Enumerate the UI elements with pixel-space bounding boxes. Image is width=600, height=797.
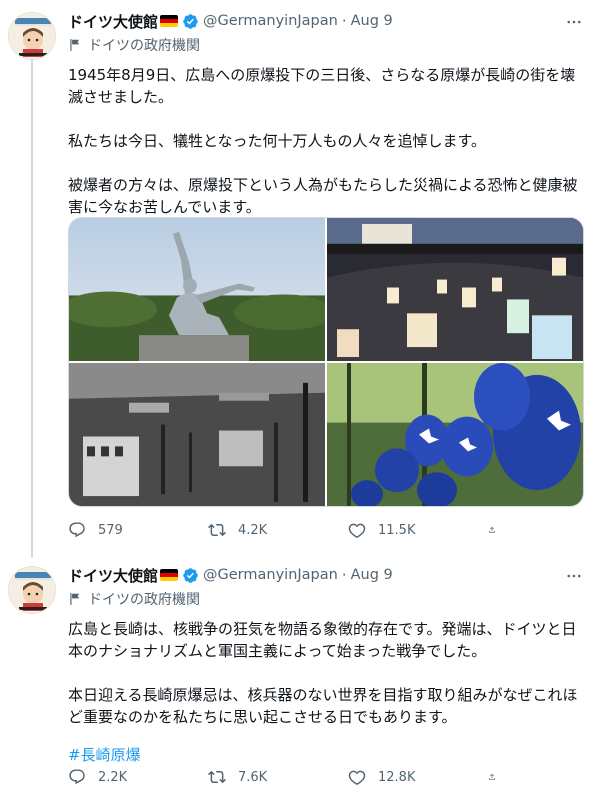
tweet-text: 広島と長崎は、核戦争の狂気を物語る象徴的存在です。発端は、ドイツと日本のナショナ… xyxy=(68,618,584,728)
tweet-paragraph: 私たちは今日、犠牲となった何十万人もの人々を追悼します。 xyxy=(68,132,487,150)
separator-dot: · xyxy=(341,12,347,30)
like-count: 12.8K xyxy=(378,769,416,785)
share-icon xyxy=(489,526,495,533)
retweet-count: 7.6K xyxy=(238,769,268,785)
affiliation-label[interactable]: ドイツの政府機関 xyxy=(68,34,584,56)
timestamp[interactable]: Aug 9 xyxy=(351,13,393,29)
reply-icon xyxy=(69,522,85,538)
reply-count: 579 xyxy=(98,522,123,538)
handle[interactable]: @GermanyinJapan xyxy=(203,567,338,583)
germany-flag-emoji xyxy=(160,15,179,27)
verified-badge-icon xyxy=(182,567,199,584)
lanterns-photo[interactable] xyxy=(327,218,583,361)
retweet-count: 4.2K xyxy=(238,522,268,538)
tweet[interactable]: ドイツ大使館 @GermanyinJapan · Aug 9 ドイツの政府機関 … xyxy=(0,0,600,558)
tweet-paragraph: 被爆者の方々は、原爆投下という人為がもたらした災禍による恐怖と健康被害に今なお苦… xyxy=(68,176,578,216)
balloons-photo[interactable] xyxy=(327,363,583,506)
reply-icon xyxy=(69,769,85,785)
government-flag-icon xyxy=(70,593,80,605)
tweet-actions: 2.2K 7.6K 12.8K xyxy=(68,767,508,787)
avatar[interactable] xyxy=(8,12,56,60)
avatar[interactable] xyxy=(8,566,56,614)
display-name[interactable]: ドイツ大使館 xyxy=(68,11,158,32)
tweet-content: ドイツ大使館 @GermanyinJapan · Aug 9 ドイツの政府機関 … xyxy=(68,10,584,218)
share-icon xyxy=(489,773,495,780)
tweet-text: 1945年8月9日、広島への原爆投下の三日後、さらなる原爆が長崎の街を壊滅させま… xyxy=(68,64,584,218)
affiliation-text: ドイツの政府機関 xyxy=(88,38,200,54)
share-button[interactable] xyxy=(488,767,508,787)
heart-icon xyxy=(348,523,366,538)
like-count: 11.5K xyxy=(378,522,416,538)
peace-statue-photo[interactable] xyxy=(69,218,325,361)
more-icon[interactable] xyxy=(564,566,584,586)
affiliation-text: ドイツの政府機関 xyxy=(88,592,200,608)
like-button[interactable]: 11.5K xyxy=(348,520,458,540)
retweet-icon xyxy=(208,770,226,784)
separator-dot: · xyxy=(341,566,347,584)
tweet-header: ドイツ大使館 @GermanyinJapan · Aug 9 xyxy=(68,10,584,32)
tweet-paragraph: 1945年8月9日、広島への原爆投下の三日後、さらなる原爆が長崎の街を壊滅させま… xyxy=(68,66,576,106)
ruins-photo[interactable] xyxy=(69,363,325,506)
affiliation-label[interactable]: ドイツの政府機関 xyxy=(68,588,584,610)
heart-icon xyxy=(348,770,366,785)
tweet-content: ドイツ大使館 @GermanyinJapan · Aug 9 ドイツの政府機関 … xyxy=(68,564,584,765)
media-grid xyxy=(68,217,584,507)
tweet-paragraph: 本日迎える長崎原爆忌は、核兵器のない世界を目指す取り組みがなぜこれほど重要なのか… xyxy=(68,686,578,726)
more-icon[interactable] xyxy=(564,12,584,32)
hashtag-link[interactable]: #長崎原爆 xyxy=(68,744,584,765)
germany-flag-emoji xyxy=(160,569,179,581)
reply-count: 2.2K xyxy=(98,769,128,785)
tweet-paragraph: 広島と長崎は、核戦争の狂気を物語る象徴的存在です。発端は、ドイツと日本のナショナ… xyxy=(68,620,577,660)
retweet-button[interactable]: 7.6K xyxy=(208,767,318,787)
tweet-header: ドイツ大使館 @GermanyinJapan · Aug 9 xyxy=(68,564,584,586)
verified-badge-icon xyxy=(182,13,199,30)
like-button[interactable]: 12.8K xyxy=(348,767,458,787)
government-flag-icon xyxy=(70,39,80,51)
handle[interactable]: @GermanyinJapan xyxy=(203,13,338,29)
tweet[interactable]: ドイツ大使館 @GermanyinJapan · Aug 9 ドイツの政府機関 … xyxy=(0,558,600,797)
tweet-actions: 579 4.2K 11.5K xyxy=(68,520,508,540)
reply-button[interactable]: 579 xyxy=(68,520,178,540)
retweet-button[interactable]: 4.2K xyxy=(208,520,318,540)
timestamp[interactable]: Aug 9 xyxy=(351,567,393,583)
retweet-icon xyxy=(208,523,226,537)
reply-button[interactable]: 2.2K xyxy=(68,767,178,787)
display-name[interactable]: ドイツ大使館 xyxy=(68,565,158,586)
share-button[interactable] xyxy=(488,520,508,540)
